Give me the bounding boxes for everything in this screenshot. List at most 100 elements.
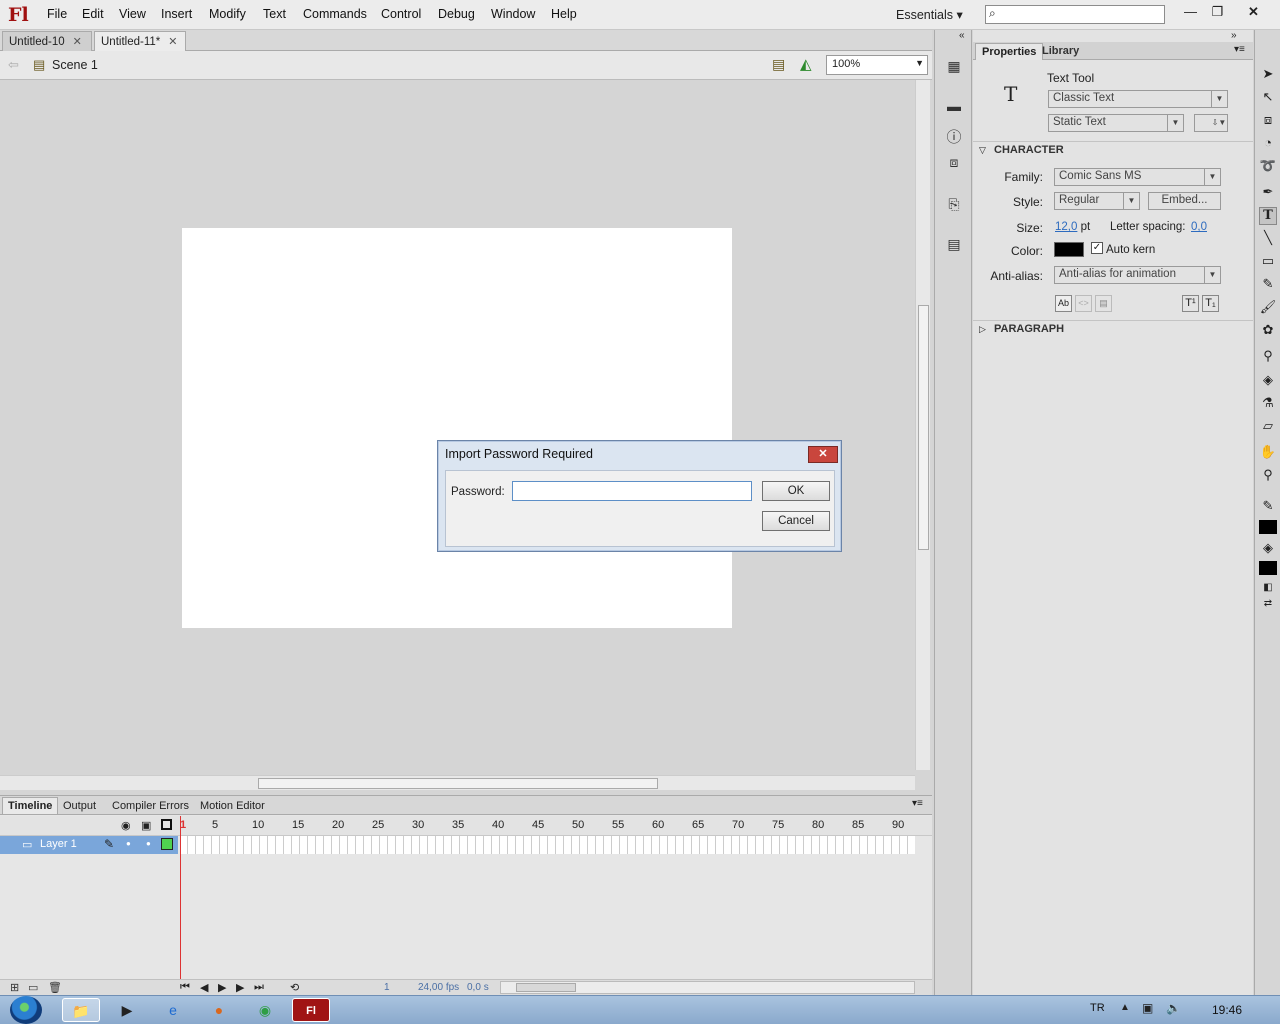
stroke-color-swatch[interactable] [1259, 520, 1277, 534]
close-icon[interactable]: ✕ [168, 36, 177, 48]
rectangle-tool-icon[interactable]: ▭ [1259, 253, 1277, 271]
subscript-icon[interactable]: T₁ [1202, 295, 1219, 312]
swap-colors-icon[interactable]: ⇄ [1259, 598, 1277, 616]
menu-insert[interactable]: Insert [161, 7, 192, 21]
menu-edit[interactable]: Edit [82, 7, 104, 21]
text-color-swatch[interactable] [1054, 242, 1084, 257]
antialias-select[interactable]: Anti-alias for animation ▼ [1054, 266, 1221, 284]
zoom-tool-icon[interactable]: ⚲ [1259, 467, 1277, 485]
menu-control[interactable]: Control [381, 7, 421, 21]
size-field[interactable]: 12,0 pt [1055, 221, 1090, 233]
menu-commands[interactable]: Commands [303, 7, 367, 21]
visibility-dot-icon[interactable]: ● [126, 839, 131, 848]
layer-row[interactable]: ▭ Layer 1 ✎ ● ● [0, 836, 178, 854]
menu-help[interactable]: Help [551, 7, 577, 21]
chrome-icon[interactable]: ◉ [246, 998, 284, 1022]
workspace-switcher[interactable]: Essentials ▾ [896, 7, 963, 22]
text-orientation-select[interactable]: ⇩▼ [1194, 114, 1228, 132]
delete-icon[interactable]: 🗑 [48, 981, 62, 994]
code-snippets-icon[interactable]: ⎘ [944, 196, 964, 212]
stage[interactable] [182, 228, 732, 628]
close-icon[interactable]: ✕ [73, 36, 82, 48]
zoom-select[interactable]: 100% ▼ [826, 55, 928, 75]
components-icon[interactable]: ▤ [944, 236, 964, 252]
edit-scene-icon[interactable]: ▤ [772, 56, 785, 73]
cancel-button[interactable]: Cancel [762, 511, 830, 531]
playhead[interactable] [180, 816, 181, 981]
tab-untitled-11[interactable]: Untitled-11* ✕ [94, 31, 186, 51]
last-frame-icon[interactable]: ⏭ [254, 981, 264, 994]
step-forward-icon[interactable]: ▶ [236, 981, 244, 994]
selectable-icon[interactable]: Ab [1055, 295, 1072, 312]
collapse-triangle-icon[interactable]: ▽ [979, 145, 986, 156]
scroll-thumb[interactable] [918, 305, 929, 550]
help-search-input[interactable]: ⌕ [985, 5, 1165, 24]
password-input[interactable] [512, 481, 752, 501]
first-frame-icon[interactable]: ⏮ [180, 981, 190, 994]
expand-triangle-icon[interactable]: ▷ [979, 324, 986, 335]
text-tool-icon[interactable]: T [1259, 207, 1277, 225]
fps-value[interactable]: 24,00 fps [418, 982, 459, 993]
size-value[interactable]: 12,0 [1055, 221, 1077, 233]
new-folder-icon[interactable]: ▭ [28, 981, 38, 994]
menu-debug[interactable]: Debug [438, 7, 475, 21]
embed-button[interactable]: Embed... [1148, 192, 1221, 210]
back-arrow-icon[interactable]: ⇦ [8, 57, 19, 73]
tab-library[interactable]: Library [1036, 43, 1085, 59]
text-engine-select[interactable]: Classic Text ▼ [1048, 90, 1228, 108]
paragraph-header[interactable]: PARAGRAPH [994, 323, 1064, 335]
autokern-checkbox[interactable]: ✓ [1091, 242, 1103, 254]
tray-arrow-icon[interactable]: ▲ [1120, 1002, 1130, 1013]
menu-view[interactable]: View [119, 7, 146, 21]
ok-button[interactable]: OK [762, 481, 830, 501]
lock-icon[interactable]: ▣ [141, 819, 151, 832]
flash-app-icon[interactable]: Fl [292, 998, 330, 1022]
info-icon[interactable]: ⓘ [944, 126, 964, 146]
bone-tool-icon[interactable]: ⚲ [1259, 348, 1277, 366]
dialog-close-button[interactable]: ✕ [808, 446, 838, 463]
pencil-tool-icon[interactable]: ✎ [1259, 276, 1277, 294]
tab-output[interactable]: Output [58, 798, 101, 814]
font-family-select[interactable]: Comic Sans MS ▼ [1054, 168, 1221, 186]
menu-modify[interactable]: Modify [209, 7, 246, 21]
eye-icon[interactable]: ◉ [121, 819, 131, 832]
eraser-tool-icon[interactable]: ▱ [1259, 418, 1277, 436]
scroll-thumb[interactable] [516, 983, 576, 992]
eyedropper-tool-icon[interactable]: ⚗ [1259, 395, 1277, 413]
horizontal-scrollbar[interactable] [0, 775, 915, 790]
start-button[interactable] [10, 996, 42, 1024]
color-panel-icon[interactable]: ▬ [944, 98, 964, 114]
selection-tool-icon[interactable]: ➤ [1259, 66, 1277, 84]
close-window-button[interactable]: ✕ [1240, 2, 1267, 22]
fill-color-icon[interactable]: ◈ [1259, 540, 1277, 558]
edit-symbols-icon[interactable]: ◭ [800, 55, 812, 73]
subselection-tool-icon[interactable]: ↖ [1259, 89, 1277, 107]
align-panel-icon[interactable]: ▦ [944, 58, 964, 74]
expand-icon[interactable]: » [1231, 30, 1237, 41]
step-back-icon[interactable]: ◀ [200, 981, 208, 994]
show-border-icon[interactable]: ▤ [1095, 295, 1112, 312]
explorer-icon[interactable]: 📁 [62, 998, 100, 1022]
lasso-tool-icon[interactable]: ➰ [1259, 158, 1277, 176]
collapse-icon[interactable]: « [959, 30, 965, 41]
layer-color-swatch[interactable] [161, 838, 173, 850]
stroke-color-icon[interactable]: ✎ [1259, 498, 1277, 516]
lock-dot-icon[interactable]: ● [146, 839, 151, 848]
menu-window[interactable]: Window [491, 7, 535, 21]
volume-icon[interactable]: 🔈 [1166, 1001, 1181, 1015]
vertical-scrollbar[interactable] [915, 80, 930, 770]
brush-tool-icon[interactable]: 🖌 [1259, 299, 1277, 317]
letter-spacing-value[interactable]: 0,0 [1191, 221, 1207, 233]
firefox-icon[interactable]: ● [200, 998, 238, 1022]
language-indicator[interactable]: TR [1090, 1002, 1105, 1014]
frames-row[interactable] [180, 836, 915, 854]
restore-button[interactable]: ❐ [1204, 2, 1231, 22]
menu-text[interactable]: Text [263, 7, 286, 21]
minimize-button[interactable]: — [1177, 2, 1204, 22]
pen-tool-icon[interactable]: ✒ [1259, 184, 1277, 202]
hand-tool-icon[interactable]: ✋ [1259, 444, 1277, 462]
fill-color-swatch[interactable] [1259, 561, 1277, 575]
media-player-icon[interactable]: ▶ [108, 998, 146, 1022]
3d-rotation-tool-icon[interactable]: ◔ [1259, 135, 1277, 153]
tab-motion-editor[interactable]: Motion Editor [195, 798, 270, 814]
